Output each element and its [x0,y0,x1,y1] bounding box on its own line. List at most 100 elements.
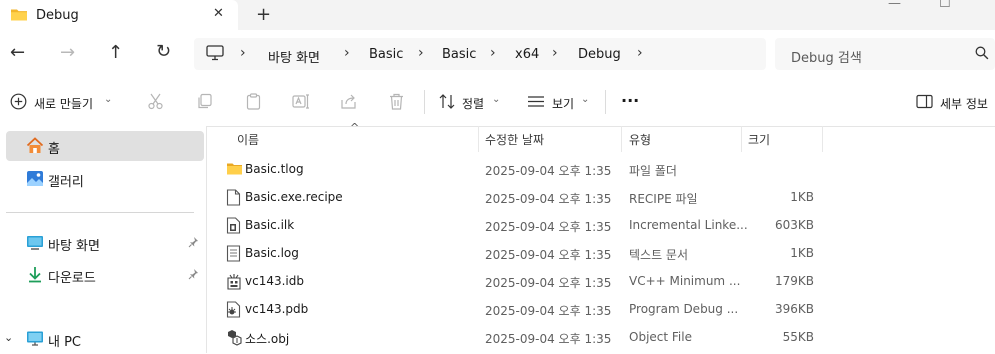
chevron-right-icon[interactable]: › [637,45,643,61]
file-date: 2025-09-04 오후 1:35 [485,164,612,178]
sort-ascending-icon: ^ [350,121,360,134]
sidebar-item-downloads[interactable]: 다운로드 [6,260,204,290]
pin-icon[interactable] [188,268,199,283]
sort-icon [438,93,456,113]
pdb-file-icon [226,301,242,321]
file-date: 2025-09-04 오후 1:35 [485,192,612,206]
file-row[interactable]: Basic.log 2025-09-04 오후 1:35 텍스트 문서 1KB [218,239,828,267]
file-name: vc143.pdb [245,302,309,316]
download-icon [26,266,44,286]
file-icon [226,189,241,209]
sidebar-item-desktop[interactable]: 바탕 화면 [6,228,204,258]
file-type: VC++ Minimum ... [629,274,741,288]
rename-icon[interactable] [292,93,311,113]
chevron-down-icon: ⌄ [104,94,113,105]
file-name: Basic.log [245,246,299,260]
file-name: Basic.tlog [245,162,304,176]
column-divider[interactable] [822,126,823,152]
file-type: 파일 폴더 [629,164,677,178]
file-type: Incremental Linke... [629,218,748,232]
minimize-button[interactable]: — [888,0,901,11]
gallery-icon [26,170,44,190]
file-date: 2025-09-04 오후 1:35 [485,248,612,262]
folder-icon [226,161,243,179]
command-bar: 새로 만들기 ⌄ 정렬 ⌄ 보기 ⌄ ··· 세부 정보 [0,78,995,127]
file-size: 179KB [774,274,814,288]
file-row[interactable]: Basic.tlog 2025-09-04 오후 1:35 파일 폴더 [218,155,828,183]
file-size: 55KB [782,330,814,344]
file-size: 1KB [790,190,814,204]
sidebar-item-label: 다운로드 [48,271,96,286]
chevron-right-icon: › [490,45,496,61]
ilk-file-icon [226,217,241,237]
tab-close-button[interactable]: ✕ [213,6,224,21]
column-header-type[interactable]: 유형 [629,131,651,148]
file-row[interactable]: vc143.idb 2025-09-04 오후 1:35 VC++ Minimu… [218,267,828,295]
tab-debug[interactable]: Debug ✕ [0,0,238,34]
more-options-button[interactable]: ··· [621,91,639,110]
column-divider[interactable] [741,126,742,152]
file-size: 603KB [774,218,814,232]
details-button[interactable]: 세부 정보 [940,95,988,112]
chevron-right-icon: › [240,45,246,61]
file-row[interactable]: Basic.ilk 2025-09-04 오후 1:35 Incremental… [218,211,828,239]
navigation-pane: 홈 갤러리 바탕 화면 다운로드 ⌄ 내 PC [0,126,207,353]
up-button[interactable]: ↑ [108,42,123,63]
share-icon[interactable] [340,93,357,113]
folder-icon [10,7,28,25]
back-button[interactable]: ← [10,42,25,63]
sidebar-item-label: 홈 [48,142,60,157]
file-row[interactable]: vc143.pdb 2025-09-04 오후 1:35 Program Deb… [218,295,828,323]
paste-icon[interactable] [245,93,262,113]
file-row[interactable]: Basic.exe.recipe 2025-09-04 오후 1:35 RECI… [218,183,828,211]
title-bar: Debug ✕ + — ☐ [0,0,995,34]
file-date: 2025-09-04 오후 1:35 [485,220,612,234]
home-icon [26,137,44,157]
search-input[interactable]: Debug 검색 [775,38,995,70]
maximize-button[interactable]: ☐ [939,0,951,11]
chevron-down-icon[interactable]: ⌄ [4,331,13,344]
forward-button[interactable]: → [60,42,75,63]
file-date: 2025-09-04 오후 1:35 [485,332,612,346]
file-type: 텍스트 문서 [629,248,689,262]
sidebar-item-home[interactable]: 홈 [6,131,204,161]
new-button[interactable]: 새로 만들기 [34,95,93,112]
file-type: Object File [629,330,692,344]
sidebar-item-gallery[interactable]: 갤러리 [6,164,204,194]
copy-icon[interactable] [196,93,213,113]
divider [6,212,194,213]
breadcrumb-basic[interactable]: Basic [369,47,403,62]
file-name: 소스.obj [245,332,290,346]
file-date: 2025-09-04 오후 1:35 [485,276,612,290]
text-file-icon [226,245,241,265]
chevron-down-icon: ⌄ [581,94,590,105]
refresh-button[interactable]: ↻ [156,41,171,62]
sidebar-item-label: 내 PC [48,335,82,350]
file-size: 1KB [790,246,814,260]
column-header-date[interactable]: 수정한 날짜 [485,131,544,148]
column-divider[interactable] [621,126,622,152]
search-placeholder: Debug 검색 [791,51,862,66]
new-plus-icon [10,93,27,113]
file-type: RECIPE 파일 [629,192,698,206]
sidebar-item-this-pc[interactable]: ⌄ 내 PC [4,324,204,354]
delete-icon[interactable] [388,93,405,113]
sort-button[interactable]: 정렬 [462,95,484,112]
view-button[interactable]: 보기 [552,95,574,112]
column-divider[interactable] [478,126,479,152]
new-tab-button[interactable]: + [256,4,271,25]
column-header-size[interactable]: 크기 [748,131,770,148]
view-icon [527,93,545,113]
cut-icon[interactable] [147,93,164,113]
pin-icon[interactable] [188,236,199,251]
search-icon [975,46,989,63]
breadcrumb-desktop[interactable]: 바탕 화면 [268,47,320,66]
file-type: Program Debug ... [629,302,739,316]
address-bar[interactable]: › 바탕 화면 › Basic › Basic › x64 › Debug › [194,38,766,70]
breadcrumb-basic-2[interactable]: Basic [442,47,476,62]
column-header-name[interactable]: 이름 [237,131,259,148]
breadcrumb-debug[interactable]: Debug [578,47,621,62]
breadcrumb-x64[interactable]: x64 [515,47,539,62]
file-row[interactable]: 소스.obj 2025-09-04 오후 1:35 Object File 55… [218,323,828,351]
file-name: Basic.exe.recipe [245,190,343,204]
